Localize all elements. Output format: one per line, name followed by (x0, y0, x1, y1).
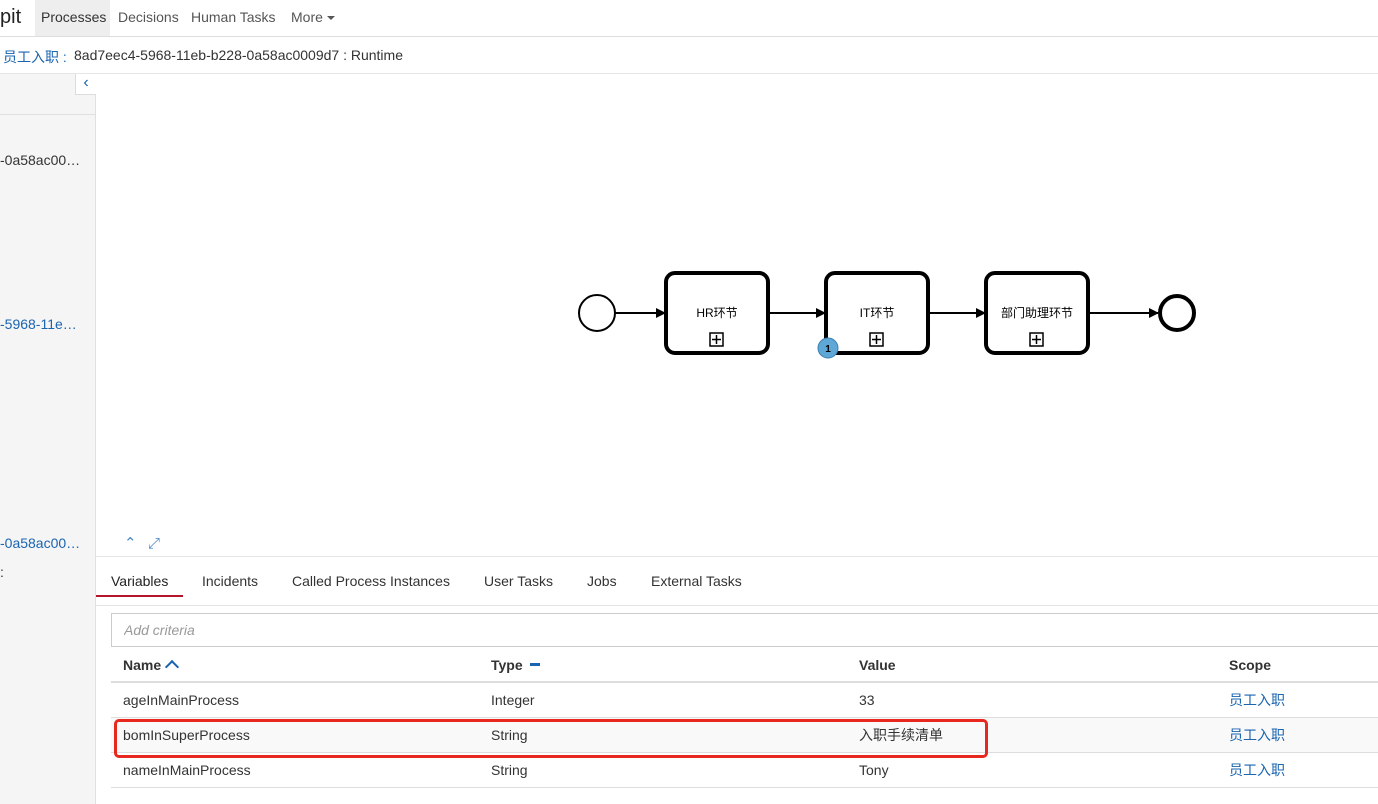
nav-more[interactable]: More (291, 0, 335, 36)
task-it[interactable]: IT环节 1 (817, 271, 930, 359)
variable-type: Integer (479, 682, 847, 718)
badge-count: 1 (825, 344, 831, 355)
variable-name: nameInMainProcess (111, 752, 479, 788)
sort-none-icon (529, 663, 540, 667)
column-scope-header[interactable]: Scope (1217, 648, 1378, 683)
expand-marker-icon (709, 332, 724, 347)
variable-name: bomInSuperProcess (111, 717, 479, 753)
criteria-search (111, 613, 1378, 647)
instance-sidebar: ‹ -0a58ac00… -5968-11e… -0a58ac00… : (0, 74, 97, 804)
top-navbar: pit Processes Decisions Human Tasks More (0, 0, 1378, 37)
breadcrumb-instance: 8ad7eec4-5968-11eb-b228-0a58ac0009d7 : R… (74, 47, 403, 63)
sort-ascending-icon (165, 659, 180, 674)
task-dept-assistant[interactable]: 部门助理环节 (984, 271, 1090, 355)
app-brand[interactable]: pit (0, 6, 21, 29)
sidebar-divider (0, 114, 95, 115)
variable-scope-link[interactable]: 员工入职 (1229, 727, 1285, 743)
column-type-label: Type (491, 656, 523, 673)
variables-table: Name Type Value Scope ageInMainProcess I… (111, 648, 1378, 788)
task-dept-label: 部门助理环节 (1001, 305, 1073, 320)
task-hr[interactable]: HR环节 (664, 271, 770, 355)
criteria-input[interactable] (112, 614, 1378, 646)
variable-scope-link[interactable]: 员工入职 (1229, 692, 1285, 708)
nav-decisions[interactable]: Decisions (118, 0, 179, 36)
breadcrumb-process-link[interactable]: 员工入职 : (3, 47, 67, 67)
table-row: nameInMainProcess String Tony 员工入职 (111, 752, 1378, 788)
column-name-label: Name (123, 656, 162, 673)
column-type-header[interactable]: Type (479, 648, 847, 683)
start-event[interactable] (578, 294, 616, 332)
caret-down-icon (326, 16, 335, 21)
expand-icon[interactable]: ⤢ (148, 535, 160, 552)
expand-marker-icon (869, 332, 884, 347)
sidebar-value-3[interactable]: -0a58ac00… (0, 535, 95, 551)
sidebar-value-2[interactable]: -5968-11e… (0, 316, 95, 332)
process-diagram[interactable]: HR环节 IT环节 1 部门助理环节 ⌃ ⤢ (96, 74, 1378, 556)
variable-type: String (479, 752, 847, 788)
table-header-row: Name Type Value Scope (111, 648, 1378, 683)
detail-tabs: Variables Incidents Called Process Insta… (96, 556, 1378, 606)
nav-human-tasks[interactable]: Human Tasks (191, 0, 276, 36)
chevron-up-icon[interactable]: ⌃ (124, 534, 137, 552)
breadcrumb: 员工入职 : 8ad7eec4-5968-11eb-b228-0a58ac000… (0, 37, 1378, 74)
table-row: ageInMainProcess Integer 33 员工入职 (111, 682, 1378, 718)
tab-called-process-instances[interactable]: Called Process Instances (292, 573, 450, 589)
instance-count-badge[interactable]: 1 (817, 337, 839, 359)
table-row: bomInSuperProcess String 入职手续清单 员工入职 (111, 717, 1378, 753)
sidebar-value-1: -0a58ac00… (0, 152, 81, 168)
column-name-header[interactable]: Name (111, 648, 479, 683)
task-it-label: IT环节 (860, 306, 895, 320)
tab-incidents[interactable]: Incidents (202, 573, 258, 589)
variable-value[interactable]: 33 (847, 682, 1217, 718)
sidebar-value-4: : (0, 564, 4, 580)
variable-value[interactable]: 入职手续清单 (847, 717, 1217, 753)
column-value-header[interactable]: Value (847, 648, 1217, 683)
tab-variables[interactable]: Variables (111, 573, 168, 589)
variable-value[interactable]: Tony (847, 752, 1217, 788)
bpmn-canvas: HR环节 IT环节 1 部门助理环节 (578, 271, 1196, 359)
expand-marker-icon (1029, 332, 1044, 347)
variable-name: ageInMainProcess (111, 682, 479, 718)
active-tab-indicator (96, 595, 183, 597)
nav-more-label: More (291, 9, 323, 25)
task-hr-label: HR环节 (696, 306, 737, 320)
end-event[interactable] (1158, 294, 1196, 332)
nav-processes[interactable]: Processes (35, 0, 110, 36)
chevron-left-icon[interactable]: ‹ (75, 74, 97, 95)
variable-type: String (479, 717, 847, 753)
tab-external-tasks[interactable]: External Tasks (651, 573, 742, 589)
tab-user-tasks[interactable]: User Tasks (484, 573, 553, 589)
variable-scope-link[interactable]: 员工入职 (1229, 762, 1285, 778)
tab-jobs[interactable]: Jobs (587, 573, 617, 589)
